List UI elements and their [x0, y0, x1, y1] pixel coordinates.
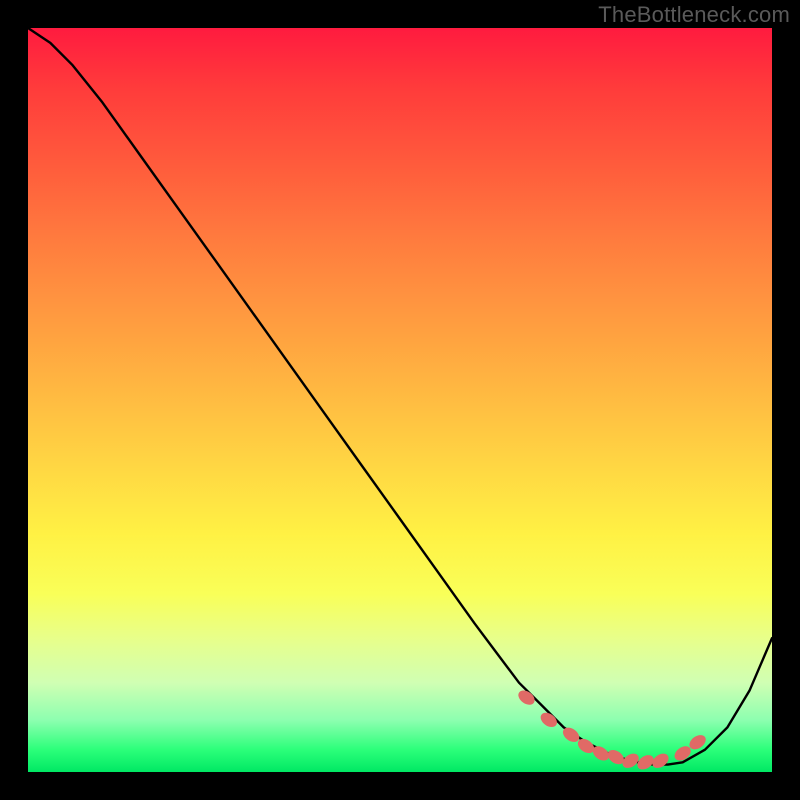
- bottleneck-curve-path: [28, 28, 772, 765]
- chart-frame: TheBottleneck.com: [0, 0, 800, 800]
- optimal-marker: [620, 751, 642, 771]
- optimal-marker: [650, 751, 672, 771]
- plot-area: [28, 28, 772, 772]
- optimal-zone-markers-group: [516, 688, 709, 773]
- curve-svg: [28, 28, 772, 772]
- watermark-text: TheBottleneck.com: [598, 2, 790, 28]
